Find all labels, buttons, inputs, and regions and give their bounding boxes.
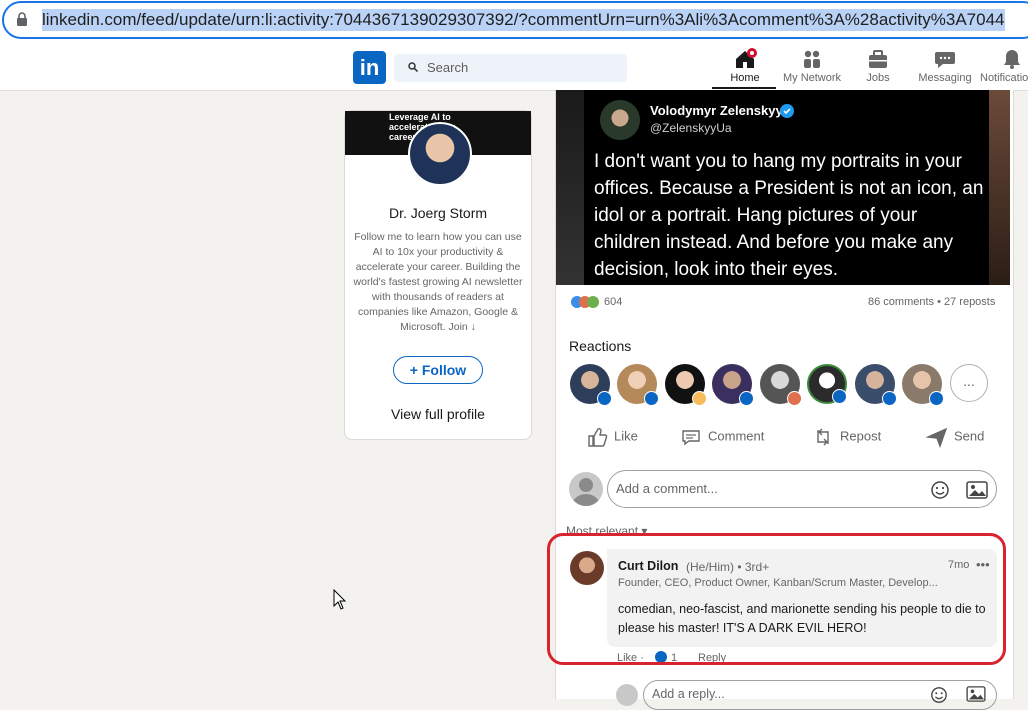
search-icon <box>408 62 418 72</box>
comment-input[interactable]: Add a comment... <box>616 481 718 496</box>
reaction-count[interactable]: 604 <box>604 296 622 308</box>
url-text[interactable]: linkedin.com/feed/update/urn:li:activity… <box>42 9 1005 31</box>
comments-reposts-count[interactable]: 86 comments • 27 reposts <box>868 296 995 308</box>
send-label: Send <box>954 428 985 444</box>
nav-home-label: Home <box>730 72 760 84</box>
search-input[interactable]: Search <box>427 60 468 75</box>
support-badge-icon <box>787 391 802 406</box>
reaction-icons[interactable] <box>570 295 600 309</box>
nav-jobs[interactable]: Jobs <box>858 48 898 88</box>
reactions-heading: Reactions <box>569 338 632 354</box>
reactor-avatar[interactable] <box>665 364 707 406</box>
tweet-author-name: Volodymyr Zelenskyy <box>650 103 783 118</box>
comment-button[interactable]: Comment <box>680 426 764 448</box>
like-label: Like <box>614 428 638 444</box>
like-button[interactable]: Like <box>586 426 638 448</box>
image-icon[interactable] <box>966 481 988 499</box>
my-avatar <box>569 472 603 506</box>
home-icon <box>736 48 757 68</box>
person-placeholder-icon <box>572 478 600 506</box>
like-badge-icon <box>832 389 847 404</box>
reactor-avatar[interactable] <box>617 364 659 406</box>
tweet-avatar <box>600 100 640 140</box>
reactor-avatar[interactable] <box>570 364 612 406</box>
network-icon <box>804 50 820 68</box>
nav-notifications[interactable]: Notificatio <box>980 48 1028 88</box>
bell-icon <box>1004 50 1020 69</box>
verified-badge-icon <box>780 104 794 118</box>
like-badge-icon <box>739 391 754 406</box>
reply-avatar <box>616 684 638 706</box>
repost-label: Repost <box>840 428 882 444</box>
reactor-avatar[interactable] <box>712 364 754 406</box>
repost-button[interactable]: Repost <box>812 426 881 448</box>
reactor-avatar[interactable] <box>902 364 944 406</box>
nav-my-network-label: My Network <box>782 72 842 84</box>
nav-notifications-label: Notificatio <box>980 72 1028 84</box>
like-badge-icon <box>882 391 897 406</box>
like-badge-icon <box>644 391 659 406</box>
comment-label: Comment <box>708 428 765 444</box>
briefcase-icon <box>869 50 887 68</box>
tweet-text: I don't want you to hang my portraits in… <box>594 151 984 280</box>
follow-button[interactable]: + Follow <box>393 356 483 384</box>
tweet-handle: @ZelenskyyUa <box>650 121 732 135</box>
reactor-avatar[interactable] <box>855 364 897 406</box>
send-icon <box>925 427 948 449</box>
mouse-cursor-icon <box>333 589 347 610</box>
nav-jobs-label: Jobs <box>866 72 890 84</box>
active-tab-indicator <box>712 87 776 89</box>
comment-icon <box>682 430 700 446</box>
more-reactors-button[interactable]: ... <box>950 364 988 402</box>
emoji-icon[interactable] <box>930 480 950 500</box>
nav-my-network[interactable]: My Network <box>780 48 844 88</box>
image-icon[interactable] <box>966 686 986 702</box>
view-full-profile-link[interactable]: View full profile <box>345 406 531 422</box>
emoji-icon[interactable] <box>930 686 948 704</box>
insightful-badge-icon <box>692 391 707 406</box>
profile-name[interactable]: Dr. Joerg Storm <box>345 205 531 221</box>
image-edge-right <box>989 90 1010 285</box>
thumbs-up-icon <box>588 428 608 447</box>
repost-icon <box>817 428 829 446</box>
lock-icon <box>17 12 27 26</box>
linkedin-logo[interactable]: in <box>353 51 386 84</box>
nav-home[interactable]: Home <box>722 48 768 88</box>
image-edge-left <box>556 90 584 285</box>
like-badge-icon <box>597 391 612 406</box>
reactor-avatar[interactable] <box>760 364 802 406</box>
profile-bio: Follow me to learn how you can use AI to… <box>353 231 523 333</box>
like-badge-icon <box>929 391 944 406</box>
send-button[interactable]: Send <box>925 426 985 449</box>
highlight-annotation <box>547 533 1006 665</box>
reactor-avatar[interactable] <box>807 364 847 404</box>
message-icon <box>935 52 955 68</box>
nav-messaging-label: Messaging <box>918 72 972 84</box>
nav-messaging[interactable]: Messaging <box>916 48 974 88</box>
avatar[interactable] <box>408 122 472 186</box>
